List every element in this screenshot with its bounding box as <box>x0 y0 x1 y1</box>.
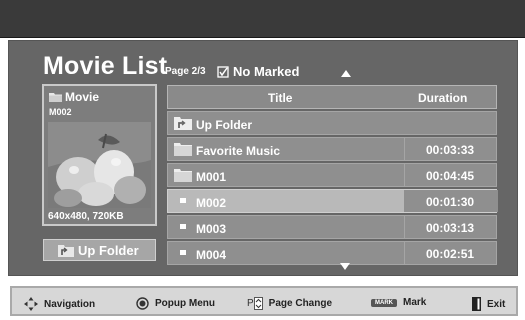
row-divider <box>404 216 405 238</box>
hint-popup-menu: Popup Menu <box>136 297 215 310</box>
movie-list: Title Duration Up Folder Favorite Music … <box>167 85 498 265</box>
navigation-arrows-icon <box>24 297 38 311</box>
row-duration: 00:02:51 <box>426 247 475 261</box>
row-divider <box>404 164 405 186</box>
hint-mark-label: Mark <box>403 297 427 308</box>
checkbox-icon <box>217 65 229 78</box>
preview-panel: Movie M002 640x480, 720KB <box>42 84 157 226</box>
preview-resolution: 640x480, 720KB <box>48 211 124 222</box>
row-name: M001 <box>196 170 227 184</box>
up-folder-button-label: Up Folder <box>78 242 139 258</box>
row-duration: 00:03:33 <box>426 143 475 157</box>
scroll-up-arrow-icon[interactable] <box>341 70 351 77</box>
row-name: M002 <box>196 196 227 210</box>
hint-navigation-label: Navigation <box>44 298 96 310</box>
page-key-icon: P <box>247 297 263 310</box>
row-name: Favorite Music <box>196 144 281 158</box>
bottom-help-bar: Navigation Popup Menu P Page Change MARK… <box>10 286 518 316</box>
movie-file-icon <box>180 198 186 203</box>
row-divider <box>404 138 405 160</box>
exit-door-icon <box>472 297 481 311</box>
list-row-folder[interactable]: M001 00:04:45 <box>167 163 497 187</box>
hint-page-change-label: Page Change <box>268 298 333 309</box>
preview-folder-label: Movie <box>65 90 100 104</box>
hint-mark: MARK Mark <box>371 297 426 308</box>
row-duration: 00:04:45 <box>426 169 475 183</box>
hint-exit: Exit <box>472 297 505 311</box>
row-duration: 00:01:30 <box>426 195 475 209</box>
hint-page-change: P Page Change <box>247 297 332 310</box>
up-folder-icon <box>58 244 74 257</box>
row-name: M003 <box>196 222 227 236</box>
list-row-folder[interactable]: Favorite Music 00:03:33 <box>167 137 497 161</box>
folder-icon <box>174 169 192 182</box>
movie-list-screen: Movie List Page 2/3 No Marked Movie M002 <box>0 0 525 320</box>
preview-item-name: M002 <box>49 107 72 117</box>
ok-button-icon <box>136 297 149 310</box>
movie-file-icon <box>180 250 186 255</box>
hint-popup-menu-label: Popup Menu <box>155 298 215 309</box>
list-row-file[interactable]: M003 00:03:13 <box>167 215 497 239</box>
up-folder-button[interactable]: Up Folder <box>43 239 156 261</box>
list-row-file-selected[interactable]: M002 00:01:30 <box>167 189 498 213</box>
folder-icon <box>174 143 192 156</box>
page-indicator: Page 2/3 <box>165 66 206 77</box>
list-row-up-folder[interactable]: Up Folder <box>167 111 497 135</box>
row-duration: 00:03:13 <box>426 221 475 235</box>
preview-folder: Movie <box>49 90 99 104</box>
scroll-down-arrow-icon[interactable] <box>340 263 350 270</box>
list-row-file[interactable]: M004 00:02:51 <box>167 241 497 265</box>
row-divider <box>404 242 405 264</box>
up-folder-icon <box>174 117 192 130</box>
hint-exit-label: Exit <box>487 298 506 310</box>
marked-status: No Marked <box>217 64 299 79</box>
list-header: Title Duration <box>167 85 497 109</box>
hint-navigation: Navigation <box>24 297 95 311</box>
mark-key-icon: MARK <box>371 298 397 307</box>
column-header-duration: Duration <box>418 91 468 105</box>
page-up-down-icon <box>253 297 263 310</box>
marked-status-label: No Marked <box>233 64 300 79</box>
folder-icon <box>49 93 62 102</box>
page-title: Movie List <box>43 52 168 80</box>
row-name: Up Folder <box>196 118 252 132</box>
fruit-thumbnail-image <box>48 122 151 208</box>
movie-file-icon <box>180 224 186 229</box>
row-name: M004 <box>196 248 227 262</box>
column-header-title: Title <box>268 91 293 105</box>
page-key-letter: P <box>247 298 254 309</box>
top-bar <box>0 0 525 38</box>
